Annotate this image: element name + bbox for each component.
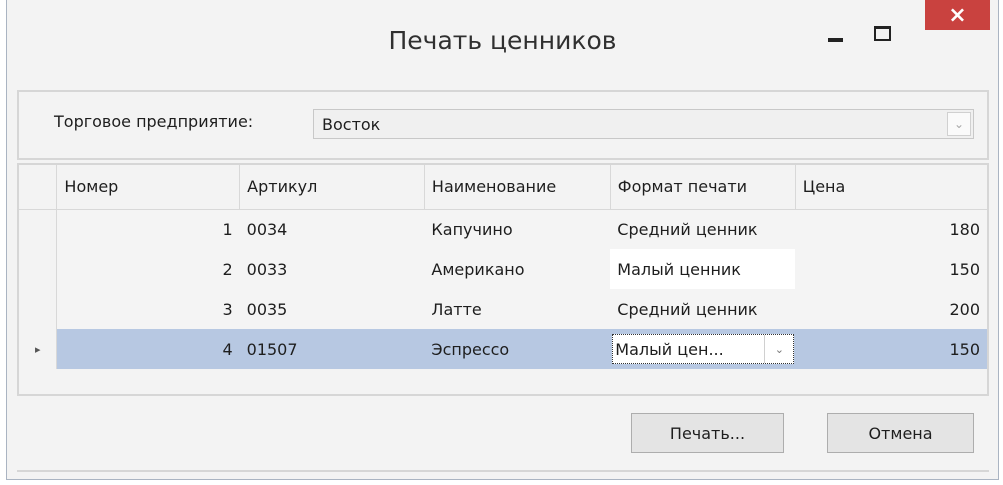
close-icon: ×	[948, 2, 967, 28]
cell-number: 4	[56, 329, 240, 369]
column-header-name[interactable]: Наименование	[424, 165, 611, 210]
cell-price: 150	[795, 249, 987, 289]
row-header[interactable]	[19, 289, 58, 329]
cell-article: 0035	[239, 289, 425, 329]
store-group: Торговое предприятие: Восток ⌄	[17, 90, 989, 160]
chevron-down-icon[interactable]: ⌄	[764, 335, 793, 363]
cell-name: Капучино	[424, 209, 611, 249]
column-header-number[interactable]: Номер	[56, 165, 241, 210]
store-select-value: Восток	[322, 115, 381, 134]
table-row-selected[interactable]: ▸ 4 01507 Эспрессо Малый цен... ⌄ 150	[19, 329, 987, 369]
row-header[interactable]	[19, 209, 58, 249]
cell-format[interactable]: Средний ценник	[610, 209, 796, 249]
cell-number: 2	[56, 249, 240, 289]
cancel-button[interactable]: Отмена	[827, 413, 974, 453]
cell-price: 180	[795, 209, 987, 249]
cell-format[interactable]: Средний ценник	[610, 289, 796, 329]
row-header[interactable]	[19, 249, 58, 289]
row-pointer-icon[interactable]: ▸	[19, 329, 58, 369]
divider	[17, 470, 989, 472]
cell-name: Эспрессо	[424, 329, 611, 369]
maximize-icon	[873, 25, 891, 41]
format-select-value: Малый цен...	[615, 339, 724, 359]
cell-article: 01507	[239, 329, 425, 369]
table-row[interactable]: 2 0033 Американо Малый ценник 150	[19, 249, 987, 289]
minimize-icon	[827, 38, 843, 42]
cell-price: 200	[795, 289, 987, 329]
cell-article: 0033	[239, 249, 425, 289]
cell-name: Американо	[424, 249, 611, 289]
column-header-article[interactable]: Артикул	[239, 165, 425, 210]
cell-number: 1	[56, 209, 240, 249]
cell-article: 0034	[239, 209, 425, 249]
column-header-format[interactable]: Формат печати	[610, 165, 796, 210]
cell-price: 150	[795, 329, 987, 369]
minimize-button[interactable]	[812, 20, 858, 50]
chevron-down-icon[interactable]: ⌄	[947, 112, 971, 136]
table-header-row: Номер Артикул Наименование Формат печати…	[19, 165, 987, 210]
row-header-corner	[19, 165, 58, 210]
print-button[interactable]: Печать...	[631, 413, 784, 453]
store-select[interactable]: Восток ⌄	[313, 109, 974, 139]
table-row[interactable]: 1 0034 Капучино Средний ценник 180	[19, 209, 987, 249]
title-bar: Печать ценников ×	[7, 0, 998, 88]
price-tags-table: Номер Артикул Наименование Формат печати…	[17, 163, 989, 396]
cell-format-editor[interactable]: Малый цен... ⌄	[610, 329, 796, 369]
cell-name: Латте	[424, 289, 611, 329]
print-labels-dialog: Печать ценников × Торговое предприятие: …	[6, 0, 999, 480]
table-row[interactable]: 3 0035 Латте Средний ценник 200	[19, 289, 987, 329]
close-button[interactable]: ×	[925, 0, 990, 30]
format-select[interactable]: Малый цен... ⌄	[612, 334, 795, 364]
column-header-price[interactable]: Цена	[795, 165, 987, 210]
maximize-button[interactable]	[859, 18, 905, 48]
cell-number: 3	[56, 289, 240, 329]
cell-format[interactable]: Малый ценник	[610, 249, 796, 289]
store-label: Торговое предприятие:	[54, 112, 254, 131]
